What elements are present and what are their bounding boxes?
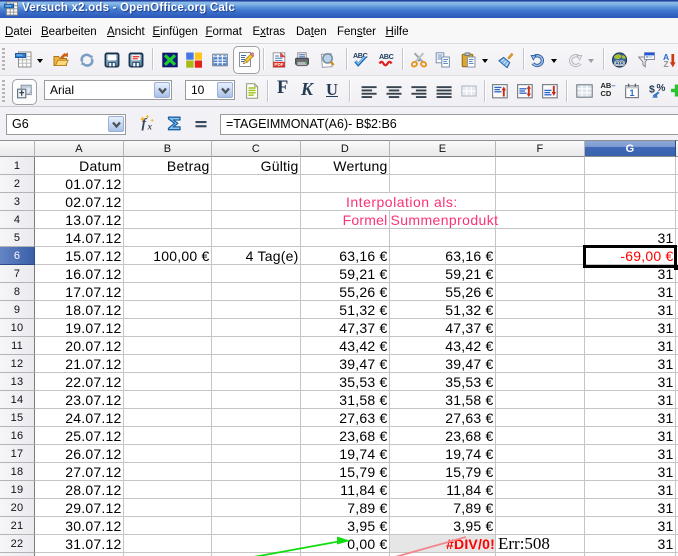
svg-text:PDF: PDF <box>274 62 283 67</box>
svg-text:x: x <box>147 122 153 132</box>
svg-text:ABC: ABC <box>379 52 394 61</box>
svg-text:$: $ <box>649 84 655 96</box>
svg-text:Z: Z <box>664 59 669 68</box>
svg-text:1: 1 <box>629 88 634 98</box>
